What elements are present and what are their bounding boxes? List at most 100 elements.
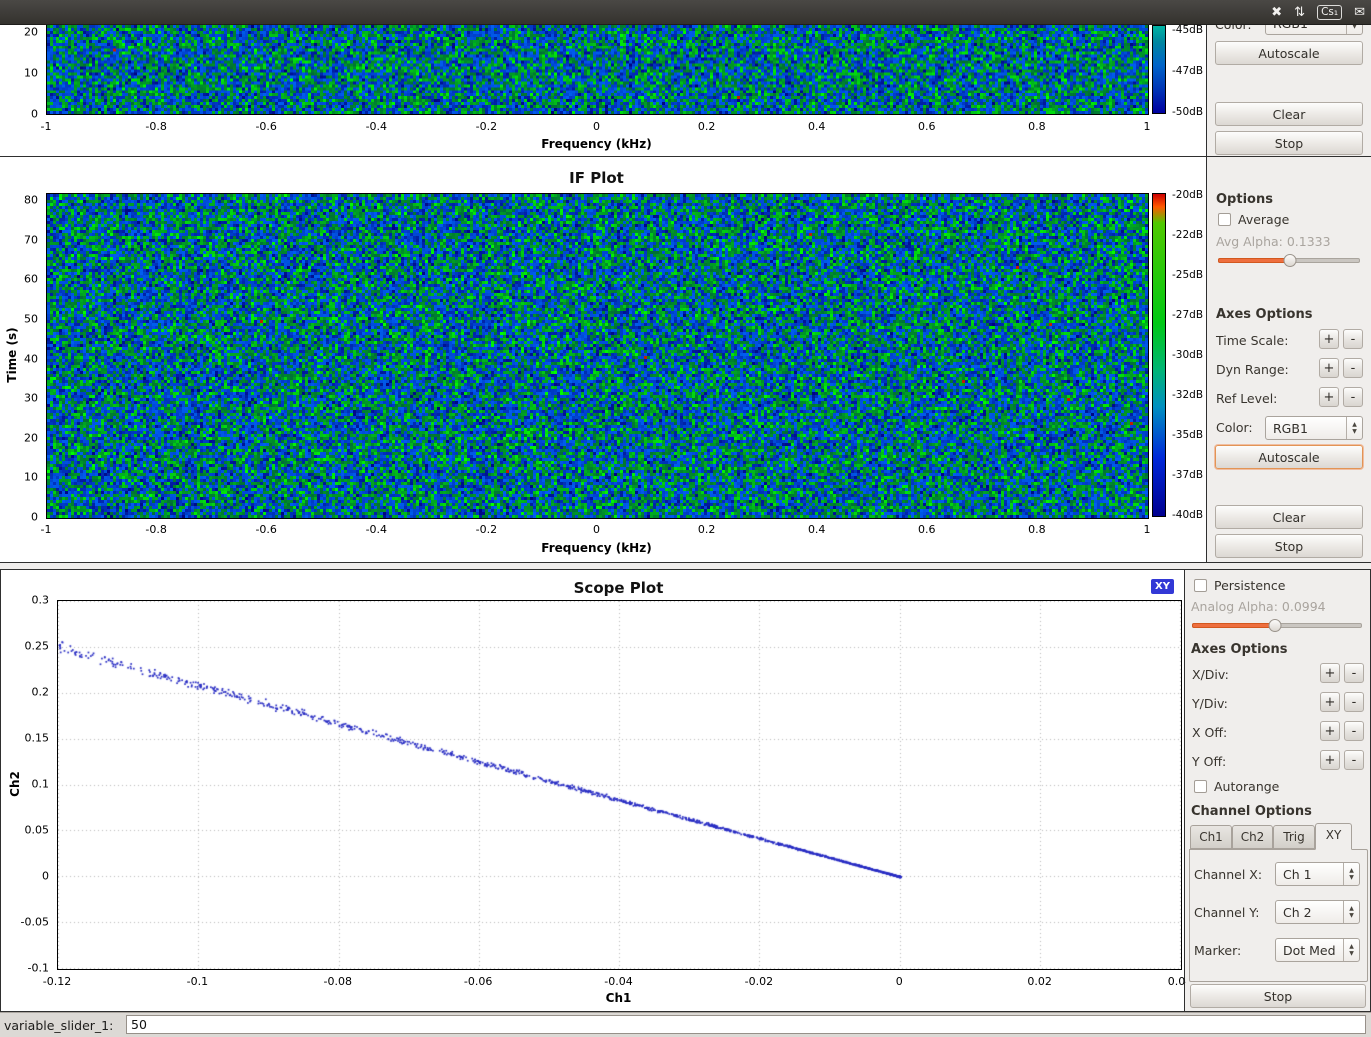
channel-options-heading: Channel Options bbox=[1191, 804, 1312, 819]
time-scale-plus-button[interactable]: + bbox=[1319, 329, 1339, 349]
xoff-plus-button[interactable]: + bbox=[1320, 721, 1340, 741]
tick-label: 0.6 bbox=[918, 120, 936, 133]
top-xaxis-ticks: -1-0.8-0.6-0.4-0.200.20.40.60.81 bbox=[46, 117, 1147, 133]
scope-xaxis-ticks: -0.12-0.1-0.08-0.06-0.04-0.0200.020.04 bbox=[57, 972, 1180, 988]
mail-indicator-icon[interactable]: ✉ bbox=[1354, 6, 1365, 19]
analog-alpha-slider[interactable] bbox=[1192, 619, 1362, 632]
tab-ch1[interactable]: Ch1 bbox=[1190, 825, 1232, 849]
network-indicator-icon[interactable]: ✖ bbox=[1271, 6, 1282, 19]
tick-label: -0.1 bbox=[28, 962, 49, 975]
scope-plot: Scope Plot XY Ch2 0.30.250.20.150.10.050… bbox=[1, 570, 1185, 1011]
scope-yaxis-ticks: 0.30.250.20.150.10.050-0.05-0.1 bbox=[11, 600, 53, 968]
variable-slider-input[interactable] bbox=[126, 1015, 1366, 1034]
autoscale-button[interactable]: Autoscale bbox=[1215, 445, 1363, 469]
xoff-minus-button[interactable]: - bbox=[1344, 721, 1364, 741]
tab-trig[interactable]: Trig bbox=[1273, 825, 1315, 849]
avg-alpha-label: Avg Alpha: 0.1333 bbox=[1216, 234, 1331, 249]
tick-label: 0.1 bbox=[32, 778, 50, 791]
keyboard-layout-indicator[interactable]: Cs₁ bbox=[1317, 5, 1342, 20]
tick-label: -40dB bbox=[1172, 509, 1203, 521]
channel-tab-bar: Ch1 Ch2 Trig XY bbox=[1186, 823, 1370, 850]
tick-label: -30dB bbox=[1172, 349, 1203, 361]
yoff-minus-button[interactable]: - bbox=[1344, 750, 1364, 770]
tick-label: -0.6 bbox=[255, 523, 276, 536]
tick-label: 0.2 bbox=[698, 120, 716, 133]
persistence-checkbox[interactable] bbox=[1194, 579, 1207, 592]
top-waterfall-canvas[interactable] bbox=[46, 25, 1149, 115]
tick-label: -1 bbox=[41, 523, 52, 536]
status-bar: variable_slider_1: bbox=[0, 1012, 1371, 1037]
color-label: Color: bbox=[1216, 420, 1253, 435]
tick-label: 30 bbox=[24, 392, 38, 405]
if-control-panel: Options Average Avg Alpha: 0.1333 Axes O… bbox=[1207, 157, 1371, 562]
yoff-plus-button[interactable]: + bbox=[1320, 750, 1340, 770]
stop-button[interactable]: Stop bbox=[1190, 984, 1366, 1008]
tab-ch2[interactable]: Ch2 bbox=[1232, 825, 1273, 849]
tick-label: -50dB bbox=[1172, 106, 1203, 118]
tick-label: -0.8 bbox=[145, 120, 166, 133]
tick-label: 0 bbox=[31, 511, 38, 524]
if-colorbar-ticks: -20dB-22dB-25dB-27dB-30dB-32dB-35dB-37dB… bbox=[1169, 195, 1207, 515]
if-plot-title: IF Plot bbox=[46, 169, 1147, 187]
tick-label: -0.06 bbox=[464, 975, 492, 988]
tick-label: -0.2 bbox=[476, 120, 497, 133]
autorange-checkbox[interactable] bbox=[1194, 780, 1207, 793]
scope-canvas[interactable] bbox=[57, 600, 1182, 970]
spinner-arrows-icon[interactable]: ▲▼ bbox=[1346, 417, 1362, 439]
ref-level-minus-button[interactable]: - bbox=[1343, 387, 1363, 407]
dyn-range-plus-button[interactable]: + bbox=[1319, 358, 1339, 378]
top-control-panel: Color: RGB1 ▲▼ Autoscale Clear Stop bbox=[1207, 25, 1371, 156]
variable-slider-label: variable_slider_1: bbox=[4, 1018, 113, 1033]
tick-label: 0.02 bbox=[1027, 975, 1052, 988]
sync-indicator-icon[interactable]: ⇅ bbox=[1294, 6, 1305, 19]
tick-label: 80 bbox=[24, 194, 38, 207]
window-titlebar[interactable]: ✖ ⇅ Cs₁ ✉ bbox=[0, 0, 1371, 25]
top-xaxis-label: Frequency (kHz) bbox=[46, 137, 1147, 151]
dyn-range-label: Dyn Range: bbox=[1216, 362, 1289, 377]
clear-button[interactable]: Clear bbox=[1215, 102, 1363, 126]
slider-handle[interactable] bbox=[1284, 254, 1297, 267]
average-checkbox[interactable] bbox=[1218, 213, 1231, 226]
tick-label: 0.2 bbox=[32, 686, 50, 699]
tick-label: 0.25 bbox=[25, 640, 50, 653]
tick-label: 40 bbox=[24, 352, 38, 365]
tab-xy[interactable]: XY bbox=[1315, 823, 1352, 850]
stop-button[interactable]: Stop bbox=[1215, 534, 1363, 558]
autoscale-button[interactable]: Autoscale bbox=[1215, 41, 1363, 65]
color-select[interactable]: RGB1 ▲▼ bbox=[1265, 416, 1363, 440]
slider-handle[interactable] bbox=[1269, 619, 1282, 632]
time-scale-minus-button[interactable]: - bbox=[1343, 329, 1363, 349]
tick-label: -0.05 bbox=[21, 916, 49, 929]
tick-label: 10 bbox=[24, 471, 38, 484]
top-waterfall-section: 20100 -45dB-47dB-50dB -1-0.8-0.6-0.4-0.2… bbox=[0, 25, 1371, 157]
tick-label: 0.15 bbox=[25, 732, 50, 745]
gnuradio-window: ✖ ⇅ Cs₁ ✉ 20100 -45dB-47dB-50dB -1-0.8-0… bbox=[0, 0, 1371, 1037]
tick-label: -0.1 bbox=[187, 975, 208, 988]
if-xaxis-label: Frequency (kHz) bbox=[46, 541, 1147, 555]
ydiv-minus-button[interactable]: - bbox=[1344, 692, 1364, 712]
stop-button[interactable]: Stop bbox=[1215, 131, 1363, 155]
clear-button[interactable]: Clear bbox=[1215, 505, 1363, 529]
color-label: Color: bbox=[1215, 25, 1252, 32]
xdiv-plus-button[interactable]: + bbox=[1320, 663, 1340, 683]
tick-label: 0 bbox=[42, 870, 49, 883]
ref-level-plus-button[interactable]: + bbox=[1319, 387, 1339, 407]
axes-options-heading: Axes Options bbox=[1216, 307, 1312, 322]
color-select[interactable]: RGB1 ▲▼ bbox=[1265, 25, 1363, 35]
color-select-value: RGB1 bbox=[1266, 417, 1346, 439]
dyn-range-minus-button[interactable]: - bbox=[1343, 358, 1363, 378]
xdiv-label: X/Div: bbox=[1192, 667, 1229, 682]
spinner-arrows-icon[interactable]: ▲▼ bbox=[1346, 25, 1362, 34]
if-waterfall-canvas[interactable] bbox=[46, 193, 1149, 519]
options-heading: Options bbox=[1216, 192, 1273, 207]
if-xaxis-ticks: -1-0.8-0.6-0.4-0.200.20.40.60.81 bbox=[46, 520, 1147, 536]
tick-label: 0.8 bbox=[1028, 523, 1046, 536]
ydiv-plus-button[interactable]: + bbox=[1320, 692, 1340, 712]
tick-label: 0 bbox=[593, 120, 600, 133]
tick-label: -0.4 bbox=[366, 523, 387, 536]
tick-label: 20 bbox=[24, 431, 38, 444]
avg-alpha-slider[interactable] bbox=[1218, 254, 1360, 267]
yoff-label: Y Off: bbox=[1192, 754, 1226, 769]
tick-label: -0.6 bbox=[255, 120, 276, 133]
xdiv-minus-button[interactable]: - bbox=[1344, 663, 1364, 683]
